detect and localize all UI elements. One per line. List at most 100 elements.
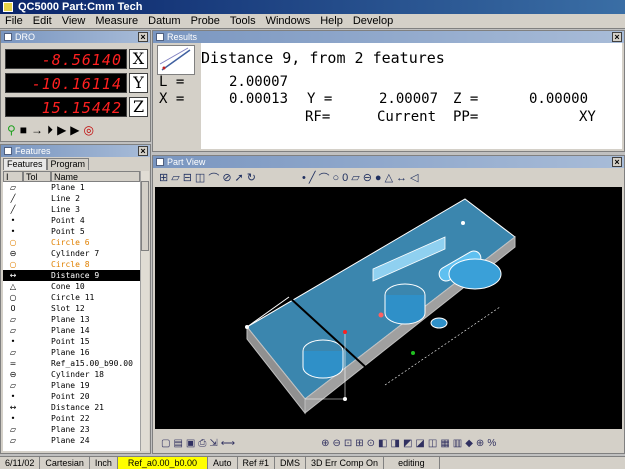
circle-tool-icon[interactable]: ○ [332, 172, 339, 184]
plane-tool-icon[interactable]: ▱ [351, 171, 359, 184]
feature-row[interactable]: ○ Circle 11 [3, 292, 140, 303]
sphere-tool-icon[interactable]: ● [375, 172, 382, 184]
rotate-icon[interactable]: ↻ [247, 171, 256, 184]
view-back-icon[interactable]: ◫ [428, 438, 437, 449]
angle-tool-icon[interactable]: ◁ [410, 171, 418, 184]
view-shade-icon[interactable]: ◆ [465, 438, 473, 449]
features-scrollbar[interactable] [140, 171, 149, 451]
sweep-view-icon[interactable]: ⌒ [208, 170, 219, 186]
zoom-window-icon[interactable]: ⊡ [344, 438, 352, 449]
menu-datum[interactable]: Datum [143, 14, 185, 28]
step-play-icon[interactable]: ⏵ [47, 123, 53, 137]
features-scroll-thumb[interactable] [141, 181, 149, 251]
feature-row[interactable]: ▱ Plane 1 [3, 182, 140, 193]
menu-measure[interactable]: Measure [90, 14, 143, 28]
status-reference[interactable]: Ref_a0.00_b0.00 [117, 457, 208, 469]
menu-probe[interactable]: Probe [186, 14, 225, 28]
feature-row[interactable]: ⊖ Cylinder 7 [3, 248, 140, 259]
zoom-out-icon[interactable]: ⊖ [332, 438, 340, 449]
partview-close-button[interactable]: × [612, 157, 622, 167]
stop-icon[interactable]: ■ [20, 123, 27, 137]
menu-develop[interactable]: Develop [348, 14, 398, 28]
column-i[interactable]: I [3, 171, 23, 182]
view-left-icon[interactable]: ▦ [440, 438, 449, 449]
feature-row[interactable]: • Point 4 [3, 215, 140, 226]
step-icon[interactable]: → [31, 123, 43, 137]
feature-row[interactable]: ⊖ Cylinder 18 [3, 369, 140, 380]
part-hole[interactable] [430, 317, 448, 329]
new-icon[interactable]: ▢ [161, 438, 170, 449]
percent-icon[interactable]: % [487, 438, 496, 449]
status-ref-number[interactable]: Ref #1 [238, 457, 276, 469]
part-view-canvas[interactable] [155, 187, 622, 429]
menu-file[interactable]: File [0, 14, 28, 28]
run-icon[interactable]: ▶ [70, 123, 79, 137]
target-icon[interactable]: ◎ [84, 123, 94, 137]
feature-row[interactable]: ▱ Plane 13 [3, 314, 140, 325]
plane-view-icon[interactable]: ▱ [171, 171, 179, 184]
feature-row[interactable]: ↔ Distance 9 [3, 270, 140, 281]
dro-close-button[interactable]: × [138, 32, 148, 42]
menu-view[interactable]: View [57, 14, 91, 28]
feature-row[interactable]: 0 Slot 12 [3, 303, 140, 314]
menu-edit[interactable]: Edit [28, 14, 57, 28]
feature-row[interactable]: ↔ Distance 21 [3, 402, 140, 413]
feature-row[interactable]: ╱ Line 2 [3, 193, 140, 204]
cone-tool-icon[interactable]: △ [385, 171, 393, 184]
status-mode[interactable]: Auto [208, 457, 238, 469]
solid-view-icon[interactable]: ⊟ [183, 171, 192, 184]
tab-program[interactable]: Program [46, 158, 90, 170]
view-bottom-icon[interactable]: ▥ [453, 438, 462, 449]
dro-x-zero-button[interactable]: X [129, 49, 148, 69]
feature-row[interactable]: ▱ Plane 16 [3, 347, 140, 358]
play-icon[interactable]: ▶ [57, 123, 66, 137]
feature-row[interactable]: ▱ Plane 14 [3, 325, 140, 336]
view-front-icon[interactable]: ◧ [378, 438, 387, 449]
feature-row[interactable]: ▱ Plane 24 [3, 435, 140, 446]
feature-row[interactable]: = Ref_a15.00_b90.00 [3, 358, 140, 369]
cylinder-tool-icon[interactable]: ⊖ [363, 171, 372, 184]
export-icon[interactable]: ⇲ [209, 438, 217, 449]
status-units[interactable]: Inch [90, 457, 118, 469]
arc-tool-icon[interactable]: ⌒ [318, 170, 329, 186]
column-name[interactable]: Name [51, 171, 140, 182]
open-icon[interactable]: ▤ [173, 438, 182, 449]
point-tool-icon[interactable]: • [302, 172, 306, 184]
feature-row[interactable]: ╱ Line 3 [3, 204, 140, 215]
feature-row[interactable]: • Point 15 [3, 336, 140, 347]
probe-icon[interactable]: ⚲ [7, 123, 16, 137]
view-iso-icon[interactable]: ◪ [415, 438, 424, 449]
status-coord-system[interactable]: Cartesian [40, 457, 90, 469]
center-icon[interactable]: ⊕ [476, 438, 484, 449]
view-top-icon[interactable]: ◨ [391, 438, 400, 449]
feature-row[interactable]: • Point 20 [3, 391, 140, 402]
column-tol[interactable]: Tol [23, 171, 51, 182]
slot-tool-icon[interactable]: 0 [342, 172, 348, 184]
part-top-plane[interactable] [246, 198, 516, 400]
menu-tools[interactable]: Tools [225, 14, 261, 28]
link-view-icon[interactable]: ⊘ [222, 171, 231, 184]
feature-row[interactable]: • Point 22 [3, 413, 140, 424]
save-icon[interactable]: ▣ [186, 438, 195, 449]
cursor-icon[interactable]: ➚ [235, 171, 244, 184]
status-error-comp[interactable]: 3D Err Comp On [306, 457, 385, 469]
feature-row[interactable]: ○ Circle 6 [3, 237, 140, 248]
dimension-icon[interactable]: ⟷ [221, 438, 235, 449]
line-tool-icon[interactable]: ╱ [309, 171, 316, 184]
feature-row[interactable]: ▱ Plane 23 [3, 424, 140, 435]
dro-y-zero-button[interactable]: Y [129, 73, 148, 93]
surface-view-icon[interactable]: ◫ [195, 171, 205, 184]
feature-row[interactable]: △ Cone 10 [3, 281, 140, 292]
status-format[interactable]: DMS [275, 457, 307, 469]
grid-view-icon[interactable]: ⊞ [159, 171, 168, 184]
dro-z-zero-button[interactable]: Z [129, 97, 148, 117]
results-close-button[interactable]: × [612, 32, 622, 42]
zoom-fit-icon[interactable]: ⊞ [355, 438, 363, 449]
zoom-in-icon[interactable]: ⊕ [321, 438, 329, 449]
zoom-all-icon[interactable]: ⊙ [367, 438, 375, 449]
menu-windows[interactable]: Windows [261, 14, 316, 28]
tab-features[interactable]: Features [3, 158, 47, 170]
view-right-icon[interactable]: ◩ [403, 438, 412, 449]
feature-row[interactable]: ▱ Plane 19 [3, 380, 140, 391]
part-bore[interactable] [448, 258, 502, 290]
